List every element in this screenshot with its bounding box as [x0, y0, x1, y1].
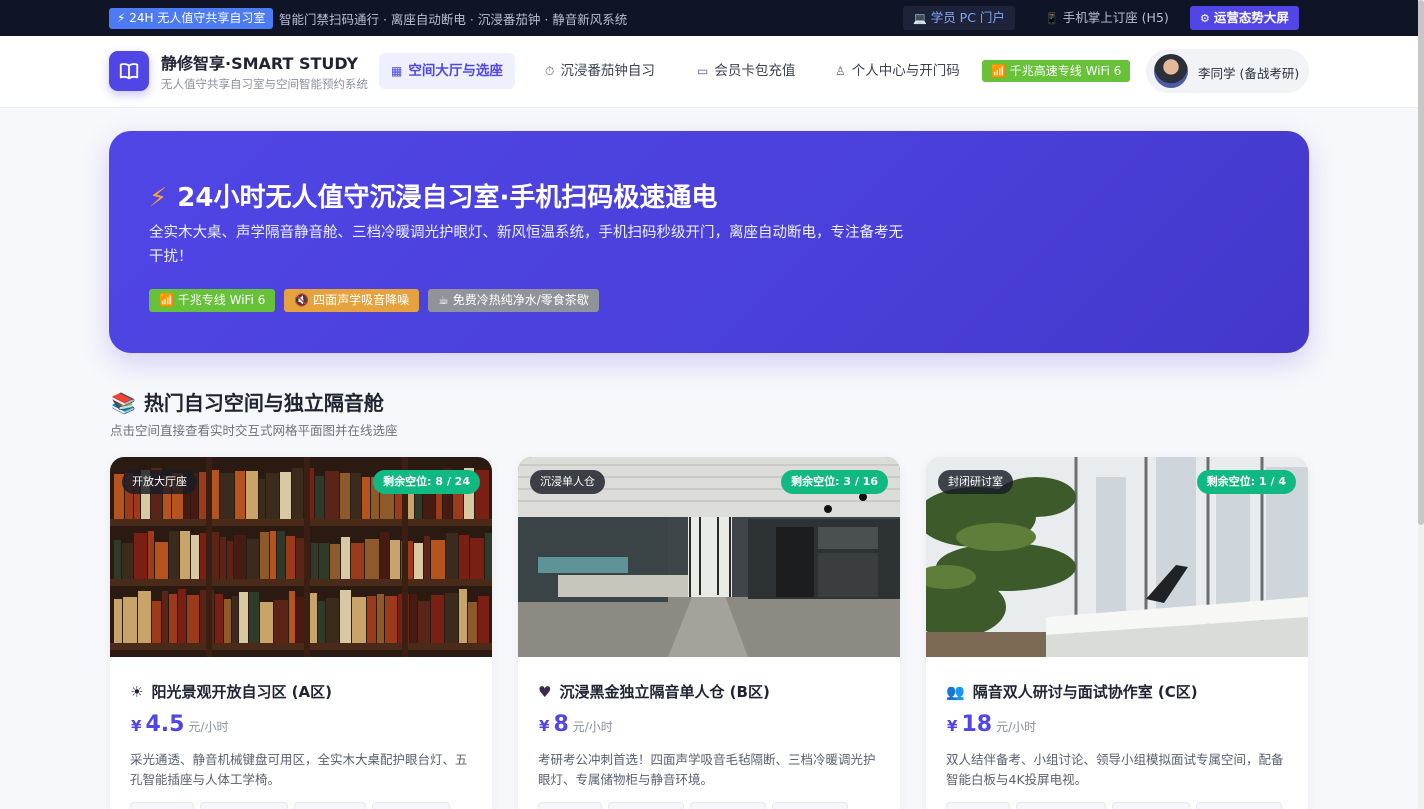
brand-subtitle: 无人值守共享自习室与空间智能预约系统 — [161, 77, 368, 91]
nav-pomodoro[interactable]: ⏱ 沉浸番茄钟自习 — [533, 53, 667, 89]
room-card-c[interactable]: 封闭研讨室 剩余空位: 1 / 4 👥 隔音双人研讨与面试协作室 (C区) ¥18… — [926, 457, 1308, 809]
room-card-a[interactable]: 开放大厅座 剩余空位: 8 / 24 ☀ 阳光景观开放自习区 (A区) ¥4.5 元… — [110, 457, 492, 809]
pc-portal-button[interactable]: 💻 学员 PC 门户 — [903, 6, 1015, 30]
room-type-badge: 沉浸单人仓 — [530, 470, 605, 494]
people-icon: 👥 — [946, 683, 965, 701]
user-icon: ♙ — [835, 64, 846, 78]
nav-membership-cards[interactable]: ▭ 会员卡包充值 — [685, 53, 807, 89]
books-icon: 📚 — [111, 391, 136, 415]
tea-icon: ☕ — [438, 293, 449, 307]
grid-icon: ▦ — [391, 64, 403, 78]
hero-banner: ⚡ 24小时无人值守沉浸自习室·手机扫码极速通电 全实木大桌、声学隔音静音舱、三档… — [109, 131, 1309, 353]
bolt-icon: ⚡ — [117, 11, 126, 25]
room-title: ☀ 阳光景观开放自习区 (A区) — [130, 683, 332, 701]
section-subtitle: 点击空间直接查看实时交互式网格平面图并在线选座 — [110, 423, 398, 438]
user-menu[interactable]: 李同学 (备战考研) — [1146, 49, 1309, 93]
room-description: 双人结伴备考、小组讨论、领导小组模拟面试专属空间，配备智能白板与4K投屏电视。 — [946, 752, 1284, 787]
room-type-badge: 开放大厅座 — [122, 470, 197, 494]
hero-description: 全实木大桌、声学隔音静音舱、三档冷暖调光护眼灯、新风恒温系统，手机扫码秒级开门，… — [149, 225, 903, 265]
timer-icon: ⏱ — [545, 64, 555, 78]
feature-chips — [130, 802, 456, 809]
main-header: 静修智享·SMART STUDY 无人值守共享自习室与空间智能预约系统 ▦ 空间大… — [0, 36, 1418, 108]
hero-title: ⚡ 24小时无人值守沉浸自习室·手机扫码极速通电 — [149, 183, 718, 213]
mute-icon: 🔇 — [294, 293, 310, 307]
user-name: 李同学 (备战考研) — [1198, 66, 1300, 81]
room-description: 考研考公冲刺首选！四面声学吸音毛毡隔断、三档冷暖调光护眼灯、专属储物柜与静音环境… — [538, 752, 876, 787]
section-title: 📚 热门自习空间与独立隔音舱 — [111, 391, 384, 415]
gear-icon: ⚙ — [1200, 12, 1210, 25]
room-price: ¥18 元/小时 — [947, 712, 1037, 737]
seat-availability-badge: 剩余空位: 1 / 4 — [1196, 470, 1296, 494]
brand-name: 静修智享·SMART STUDY — [161, 54, 359, 73]
sun-icon: ☀ — [130, 683, 144, 701]
service-tag: ⚡ 24H 无人值守共享自习室 — [109, 8, 274, 29]
brand-logo[interactable] — [109, 51, 149, 91]
feature-chips — [946, 802, 1288, 809]
h5-portal-button[interactable]: 📱 手机掌上订座 (H5) — [1035, 6, 1179, 30]
seat-availability-badge: 剩余空位: 8 / 24 — [373, 470, 480, 494]
scrollbar-thumb[interactable] — [1418, 0, 1424, 525]
seat-availability-badge: 剩余空位: 3 / 16 — [781, 470, 888, 494]
card-icon: ▭ — [697, 64, 709, 78]
room-title: 👥 隔音双人研讨与面试协作室 (C区) — [946, 683, 1198, 701]
feature-ticker: 智能门禁扫码通行 · 离座自动断电 · 沉浸番茄钟 · 静音新风系统 — [279, 12, 628, 27]
laptop-icon: 💻 — [913, 12, 927, 25]
page-scrollbar[interactable] — [1418, 0, 1424, 809]
top-announcement-bar: ⚡ 24H 无人值守共享自习室 智能门禁扫码通行 · 离座自动断电 · 沉浸番茄… — [0, 0, 1418, 36]
wifi-badge: 📶 千兆高速专线 WiFi 6 — [982, 60, 1131, 82]
room-price: ¥4.5 元/小时 — [131, 712, 229, 737]
avatar — [1154, 54, 1188, 88]
signal-icon: 📶 — [159, 293, 174, 307]
signal-icon: 📶 — [991, 64, 1006, 78]
hero-tag-drinks: ☕ 免费冷热纯净水/零食茶歇 — [428, 289, 599, 312]
book-icon — [119, 63, 139, 80]
room-card-b[interactable]: 沉浸单人仓 剩余空位: 3 / 16 ♥ 沉浸黑金独立隔音单人仓 (B区) ¥8 元… — [518, 457, 900, 809]
heart-icon: ♥ — [538, 683, 552, 701]
ops-screen-button[interactable]: ⚙ 运营态势大屏 — [1190, 6, 1299, 30]
hero-tags: 📶 千兆专线 WiFi 6 🔇 四面声学吸音降噪 ☕ 免费冷热纯净水/零食茶歇 — [149, 289, 608, 312]
feature-chips — [538, 802, 854, 809]
room-price: ¥8 元/小时 — [539, 712, 613, 737]
phone-icon: 📱 — [1045, 12, 1059, 25]
room-title: ♥ 沉浸黑金独立隔音单人仓 (B区) — [538, 683, 770, 701]
room-description: 采光通透、静音机械键盘可用区，全实木大桌配护眼台灯、五孔智能插座与人体工学椅。 — [130, 752, 468, 787]
nav-space-hall[interactable]: ▦ 空间大厅与选座 — [379, 53, 515, 89]
hero-tag-acoustic: 🔇 四面声学吸音降噪 — [284, 289, 420, 312]
room-type-badge: 封闭研讨室 — [938, 470, 1013, 494]
hero-tag-wifi: 📶 千兆专线 WiFi 6 — [149, 289, 276, 312]
nav-profile[interactable]: ♙ 个人中心与开门码 — [823, 53, 972, 89]
bolt-icon: ⚡ — [149, 183, 168, 213]
